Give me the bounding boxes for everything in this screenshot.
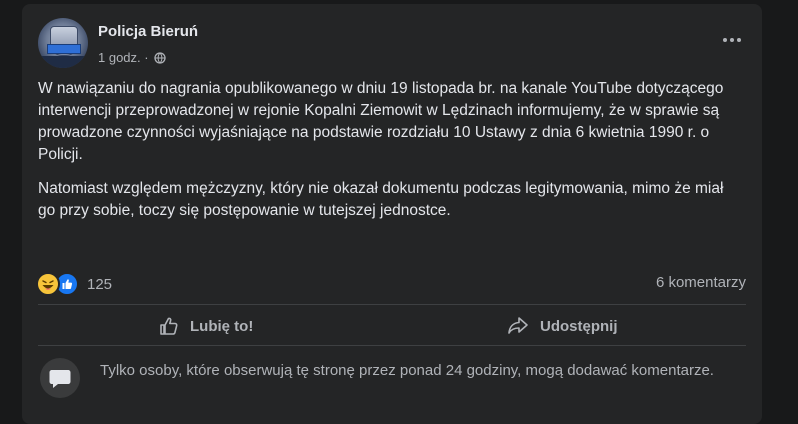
globe-icon	[153, 51, 166, 64]
comment-restriction-notice: Tylko osoby, które obserwują tę stronę p…	[100, 362, 714, 379]
more-options-icon[interactable]	[716, 30, 748, 50]
share-button[interactable]: Udostępnij	[506, 308, 618, 344]
thumbs-up-icon	[160, 317, 178, 335]
post-timestamp[interactable]: 1 godz. ·	[98, 50, 149, 65]
divider	[38, 304, 746, 305]
post-paragraph: W nawiązaniu do nagrania opublikowanego …	[38, 80, 724, 163]
share-button-label: Udostępnij	[540, 317, 618, 335]
comment-restricted-avatar	[40, 358, 80, 398]
share-icon	[508, 317, 528, 334]
divider	[38, 345, 746, 346]
comments-count-link[interactable]: 6 komentarzy	[656, 274, 746, 291]
like-button[interactable]: Lubię to!	[158, 308, 253, 344]
page-name-link[interactable]: Policja Bieruń	[98, 23, 198, 40]
page-avatar[interactable]	[38, 18, 88, 68]
haha-icon	[36, 272, 60, 296]
post-card: Policja Bieruń 1 godz. · W nawiązaniu do…	[22, 4, 762, 424]
scrollbar[interactable]	[776, 0, 798, 421]
reactions-summary[interactable]: 125	[36, 272, 112, 296]
comment-bubble-icon	[49, 370, 71, 388]
post-body: W nawiązaniu do nagrania opublikowanego …	[38, 78, 738, 234]
post-paragraph: Natomiast względem mężczyzny, który nie …	[38, 180, 724, 219]
reactions-count: 125	[87, 275, 113, 293]
post-meta: 1 godz. ·	[98, 50, 166, 65]
like-button-label: Lubię to!	[190, 317, 254, 335]
